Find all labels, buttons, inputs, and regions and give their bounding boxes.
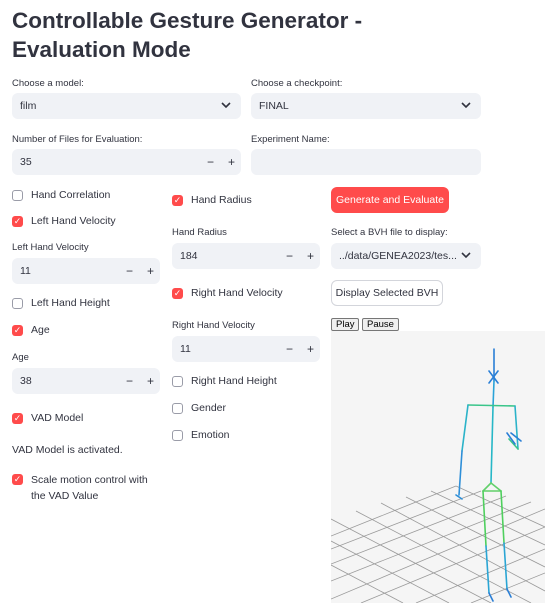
right-hand-height-checkbox[interactable]: Right Hand Height [172, 375, 277, 387]
emotion-label: Emotion [191, 429, 230, 441]
gender-label: Gender [191, 402, 227, 414]
right-hand-velocity-label: Right Hand Velocity [191, 287, 283, 299]
right-hand-velocity-input-label: Right Hand Velocity [172, 320, 255, 331]
hand-radius-checkbox[interactable]: ✓ Hand Radius [172, 194, 252, 206]
checkpoint-select[interactable]: FINAL [251, 93, 481, 119]
check-icon: ✓ [172, 287, 183, 299]
vad-model-checkbox[interactable]: ✓ VAD Model [12, 412, 83, 424]
generate-evaluate-button[interactable]: Generate and Evaluate [331, 187, 449, 213]
display-bvh-button[interactable]: Display Selected BVH [331, 280, 443, 306]
minus-icon[interactable]: − [286, 249, 293, 263]
left-hand-velocity-label: Left Hand Velocity [31, 215, 116, 227]
right-hand-velocity-input[interactable]: 11 − + [172, 336, 320, 362]
plus-icon[interactable]: + [147, 264, 154, 278]
minus-icon[interactable]: − [126, 374, 133, 388]
chevron-down-icon [461, 251, 471, 262]
page-title: Controllable Gesture Generator - Evaluat… [12, 8, 363, 62]
minus-icon[interactable]: − [286, 342, 293, 356]
checkbox-icon [172, 402, 183, 414]
check-icon: ✓ [12, 474, 23, 485]
experiment-label: Experiment Name: [251, 134, 330, 145]
chevron-down-icon [221, 101, 231, 112]
left-hand-velocity-input[interactable]: 11 − + [12, 258, 160, 284]
checkbox-icon [172, 375, 183, 387]
emotion-checkbox[interactable]: Emotion [172, 429, 230, 441]
check-icon: ✓ [12, 324, 23, 336]
left-hand-velocity-input-label: Left Hand Velocity [12, 242, 89, 253]
age-value: 38 [20, 375, 32, 387]
plus-icon[interactable]: + [147, 374, 154, 388]
model-select-value: film [20, 100, 37, 112]
vad-status-text: VAD Model is activated. [12, 444, 123, 456]
right-hand-height-label: Right Hand Height [191, 375, 277, 387]
left-hand-velocity-value: 11 [20, 265, 31, 277]
minus-icon[interactable]: − [207, 155, 214, 169]
model-select[interactable]: film [12, 93, 241, 119]
checkpoint-label: Choose a checkpoint: [251, 78, 343, 89]
skeleton-scene [331, 348, 545, 603]
check-icon: ✓ [12, 412, 23, 424]
num-files-label: Number of Files for Evaluation: [12, 134, 143, 145]
bvh-file-label: Select a BVH file to display: [331, 227, 448, 238]
play-button[interactable]: Play [331, 318, 360, 331]
scale-motion-label: Scale motion control with the VAD Value [31, 472, 148, 504]
num-files-value: 35 [20, 156, 32, 168]
gender-checkbox[interactable]: Gender [172, 402, 226, 414]
hand-correlation-label: Hand Correlation [31, 189, 111, 201]
hand-correlation-checkbox[interactable]: Hand Correlation [12, 189, 110, 201]
checkbox-icon [172, 429, 183, 441]
plus-icon[interactable]: + [307, 342, 314, 356]
check-icon: ✓ [12, 215, 23, 227]
right-hand-velocity-value: 11 [180, 343, 191, 355]
left-hand-height-label: Left Hand Height [31, 297, 110, 309]
scale-motion-label-line1: Scale motion control with [31, 474, 148, 486]
checkpoint-select-value: FINAL [259, 100, 289, 112]
scale-motion-label-line2: the VAD Value [31, 490, 99, 502]
right-hand-velocity-checkbox[interactable]: ✓ Right Hand Velocity [172, 287, 283, 299]
age-label: Age [31, 324, 50, 336]
bvh-viewer[interactable] [331, 331, 545, 603]
bvh-file-select-value: ../data/GENEA2023/tes... [339, 250, 457, 262]
num-files-input[interactable]: 35 − + [12, 149, 241, 175]
check-icon: ✓ [172, 194, 183, 206]
vad-model-label: VAD Model [31, 412, 84, 424]
scale-motion-checkbox[interactable]: ✓ Scale motion control with the VAD Valu… [12, 472, 148, 504]
checkbox-icon [12, 297, 23, 309]
plus-icon[interactable]: + [307, 249, 314, 263]
bvh-file-select[interactable]: ../data/GENEA2023/tes... [331, 243, 481, 269]
left-hand-height-checkbox[interactable]: Left Hand Height [12, 297, 110, 309]
chevron-down-icon [461, 101, 471, 112]
hand-radius-label: Hand Radius [191, 194, 252, 206]
checkbox-icon [12, 189, 23, 201]
pause-button[interactable]: Pause [362, 318, 399, 331]
experiment-name-input[interactable] [251, 149, 481, 175]
hand-radius-value: 184 [180, 250, 198, 262]
floor-grid [331, 485, 545, 603]
left-hand-velocity-checkbox[interactable]: ✓ Left Hand Velocity [12, 215, 116, 227]
age-input-label: Age [12, 352, 29, 363]
hand-radius-input[interactable]: 184 − + [172, 243, 320, 269]
hand-radius-input-label: Hand Radius [172, 227, 227, 238]
age-checkbox[interactable]: ✓ Age [12, 324, 50, 336]
model-label: Choose a model: [12, 78, 84, 89]
age-input[interactable]: 38 − + [12, 368, 160, 394]
minus-icon[interactable]: − [126, 264, 133, 278]
plus-icon[interactable]: + [228, 155, 235, 169]
